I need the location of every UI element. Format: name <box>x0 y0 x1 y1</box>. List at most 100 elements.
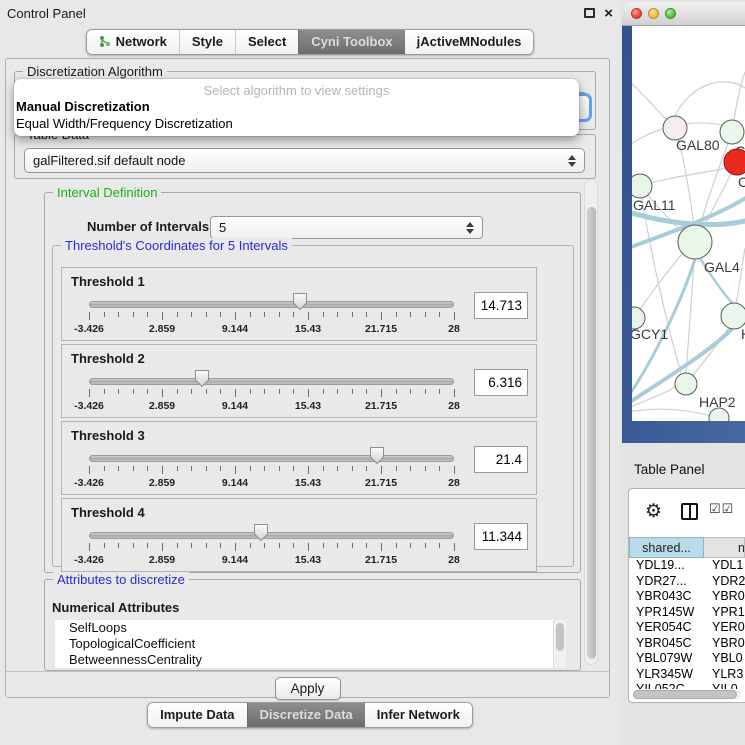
minimize-traffic-light-icon[interactable] <box>648 8 659 19</box>
cell-name[interactable]: YPR1 <box>704 605 745 621</box>
tab-style[interactable]: Style <box>179 30 235 54</box>
column-header-shared-name[interactable]: shared... <box>629 537 704 558</box>
tab-label: Infer Network <box>377 707 460 722</box>
threshold-slider[interactable]: -3.4262.8599.14415.4321.71528 <box>89 523 454 569</box>
float-window-icon[interactable] <box>584 8 595 18</box>
table-horizontal-scrollbar[interactable] <box>633 690 741 699</box>
slider-handle[interactable] <box>194 369 210 388</box>
cell-shared-name[interactable]: YDL19... <box>629 558 704 574</box>
table-row[interactable]: YER054CYER0 <box>629 620 745 636</box>
network-icon <box>99 35 111 48</box>
table-row[interactable]: YDL19...YDL1 <box>629 558 745 574</box>
table-row[interactable]: YDR27...YDR2 <box>629 574 745 590</box>
tab-discretize-data[interactable]: Discretize Data <box>247 703 365 727</box>
attribute-list-item[interactable]: SelfLoops <box>55 620 566 636</box>
tab-select[interactable]: Select <box>235 30 298 54</box>
table-row[interactable]: YIL052CYIL0 <box>629 682 745 689</box>
table-data-combobox[interactable]: galFiltered.sif default node <box>24 148 585 173</box>
threshold-label: Threshold 3 <box>71 428 145 443</box>
cell-name[interactable]: YBR0 <box>704 636 745 652</box>
slider-ticks <box>89 543 454 552</box>
apply-button[interactable]: Apply <box>275 677 341 700</box>
slider-handle[interactable] <box>369 446 385 465</box>
threshold-value-field[interactable]: 6.316 <box>474 369 528 396</box>
threshold-value-field[interactable]: 14.713 <box>474 292 528 319</box>
cell-shared-name[interactable]: YBR043C <box>629 589 704 605</box>
node-label: GAL11 <box>633 197 676 213</box>
slider-ticks <box>89 466 454 475</box>
table-row[interactable]: YPR145WYPR1 <box>629 605 745 621</box>
cell-name[interactable]: YER0 <box>704 620 745 636</box>
popup-option-equal-width-frequency[interactable]: Equal Width/Frequency Discretization <box>16 116 233 131</box>
control-panel: Control Panel × NetworkStyleSelectCyni T… <box>0 0 620 745</box>
cell-name[interactable]: YIL0 <box>704 682 745 689</box>
slider-tick-labels: -3.4262.8599.14415.4321.71528 <box>89 400 454 412</box>
cell-name[interactable]: YDL1 <box>704 558 745 574</box>
select-columns-checkboxes-icon[interactable]: ☑☑ <box>709 501 734 517</box>
slider-track <box>89 532 454 539</box>
attributes-list-scrollbar[interactable] <box>553 620 566 668</box>
network-node-gal11[interactable] <box>632 174 652 198</box>
close-icon[interactable]: × <box>604 6 613 21</box>
cell-shared-name[interactable]: YDR27... <box>629 574 704 590</box>
cell-name[interactable]: YBL0 <box>704 651 745 667</box>
network-node-hap2[interactable] <box>675 373 697 395</box>
attribute-list-item[interactable]: BetweennessCentrality <box>55 652 566 668</box>
discretize-settings-panel: Discretization Algorithm Select algorith… <box>5 58 610 698</box>
network-edge-highlighted[interactable] <box>632 212 745 225</box>
table-row[interactable]: YBR043CYBR0 <box>629 589 745 605</box>
network-node-gal4[interactable] <box>678 225 712 259</box>
tab-jactivemnodules[interactable]: jActiveMNodules <box>405 30 534 54</box>
tab-infer-network[interactable]: Infer Network <box>365 703 472 727</box>
tab-cyni-toolbox[interactable]: Cyni Toolbox <box>298 30 404 54</box>
attributes-list[interactable]: SelfLoopsTopologicalCoefficientBetweenne… <box>55 620 566 668</box>
cell-name[interactable]: YBR0 <box>704 589 745 605</box>
column-header-name[interactable]: na <box>704 537 745 558</box>
cell-shared-name[interactable]: YBL079W <box>629 651 704 667</box>
threshold-slider[interactable]: -3.4262.8599.14415.4321.71528 <box>89 446 454 492</box>
attribute-list-item[interactable]: TopologicalCoefficient <box>55 636 566 652</box>
panel-title: Control Panel <box>7 6 86 21</box>
network-edge[interactable] <box>632 409 719 418</box>
columns-icon[interactable] <box>681 503 698 520</box>
network-canvas[interactable]: GAL80GACGAL11GAL4GCY1HHAP2 <box>632 26 745 421</box>
panel-vertical-scrollbar[interactable] <box>584 179 598 665</box>
gear-icon[interactable]: ⚙ <box>645 497 662 527</box>
network-node-c[interactable] <box>724 149 745 175</box>
scrollbar-thumb[interactable] <box>587 207 596 659</box>
slider-tick-labels: -3.4262.8599.14415.4321.71528 <box>89 477 454 489</box>
table-row[interactable]: YBR045CYBR0 <box>629 636 745 652</box>
group-title: Interval Definition <box>53 185 161 200</box>
slider-tick-labels: -3.4262.8599.14415.4321.71528 <box>89 554 454 566</box>
cell-name[interactable]: YDR2 <box>704 574 745 590</box>
table-panel-title: Table Panel <box>622 455 745 483</box>
scrollbar-thumb[interactable] <box>633 690 737 699</box>
cell-shared-name[interactable]: YBR045C <box>629 636 704 652</box>
cell-name[interactable]: YLR3 <box>704 667 745 683</box>
cell-shared-name[interactable]: YLR345W <box>629 667 704 683</box>
algorithm-popup: Select algorithm to view settings Manual… <box>14 79 579 136</box>
table-header-row: shared... na <box>629 537 745 558</box>
slider-track <box>89 301 454 308</box>
zoom-traffic-light-icon[interactable] <box>665 8 676 19</box>
popup-option-manual-discretization[interactable]: Manual Discretization <box>16 99 150 114</box>
close-traffic-light-icon[interactable] <box>631 8 642 19</box>
table-row[interactable]: YBL079WYBL0 <box>629 651 745 667</box>
threshold-value-field[interactable]: 21.4 <box>474 446 528 473</box>
number-of-intervals-combobox[interactable]: 5 <box>210 216 483 239</box>
cell-shared-name[interactable]: YER054C <box>629 620 704 636</box>
slider-handle[interactable] <box>292 292 308 311</box>
table-row[interactable]: YLR345WYLR3 <box>629 667 745 683</box>
popup-placeholder: Select algorithm to view settings <box>14 83 579 98</box>
table-data-group: Table Data galFiltered.sif default node <box>14 134 596 179</box>
threshold-value-field[interactable]: 11.344 <box>474 523 528 550</box>
network-edge[interactable] <box>675 82 745 116</box>
threshold-slider[interactable]: -3.4262.8599.14415.4321.71528 <box>89 369 454 415</box>
cell-shared-name[interactable]: YPR145W <box>629 605 704 621</box>
threshold-slider[interactable]: -3.4262.8599.14415.4321.71528 <box>89 292 454 338</box>
slider-handle[interactable] <box>253 523 269 542</box>
tab-impute-data[interactable]: Impute Data <box>148 703 246 727</box>
cell-shared-name[interactable]: YIL052C <box>629 682 704 689</box>
network-node-ga[interactable] <box>720 120 744 144</box>
tab-network[interactable]: Network <box>87 30 179 54</box>
